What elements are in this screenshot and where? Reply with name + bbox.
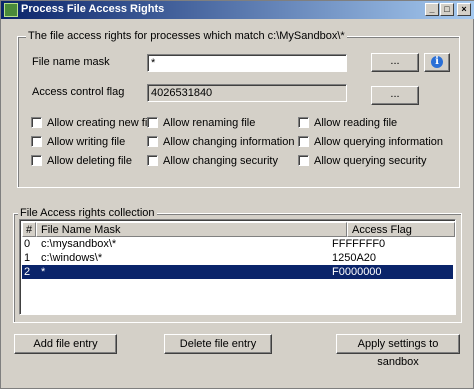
checkbox-box[interactable] xyxy=(298,155,309,166)
row-mask: c:\mysandbox\* xyxy=(41,238,117,250)
list-row-selected[interactable]: 2 * F0000000 xyxy=(22,265,453,279)
row-index: 1 xyxy=(24,252,31,264)
row-flag: 1250A20 xyxy=(332,252,377,264)
checkbox-label: Allow deleting file xyxy=(47,155,132,167)
checkbox-box[interactable] xyxy=(298,117,309,128)
file-name-mask-input[interactable]: * xyxy=(147,54,347,72)
row-mask: c:\windows\* xyxy=(41,252,103,264)
browse-mask-button[interactable]: ... xyxy=(371,53,419,72)
info-button[interactable]: i xyxy=(424,53,450,72)
collection-group-legend: File Access rights collection xyxy=(18,207,157,219)
checkbox-label: Allow writing file xyxy=(47,136,126,148)
checkbox-box[interactable] xyxy=(147,155,158,166)
list-row[interactable]: 1 c:\windows\* 1250A20 xyxy=(22,251,453,265)
list-row[interactable]: 0 c:\mysandbox\* FFFFFFF0 xyxy=(22,237,453,251)
info-icon: i xyxy=(431,56,443,68)
checkbox-label: Allow changing information xyxy=(163,136,295,148)
process-file-access-rights-window: Process File Access Rights _ □ × The fil… xyxy=(0,0,474,389)
delete-file-entry-button[interactable]: Delete file entry xyxy=(164,334,272,354)
row-mask: * xyxy=(41,266,46,278)
checkbox-label: Allow creating new file xyxy=(47,117,156,129)
checkbox-label: Allow renaming file xyxy=(163,117,256,129)
checkbox-box[interactable] xyxy=(31,117,42,128)
checkbox-box[interactable] xyxy=(31,136,42,147)
checkbox-label: Allow querying information xyxy=(314,136,444,148)
row-flag: F0000000 xyxy=(332,266,382,278)
access-flag-input[interactable]: 4026531840 xyxy=(147,84,347,102)
chk-allow-changing-information[interactable]: Allow changing information xyxy=(147,136,294,148)
browse-flag-button[interactable]: ... xyxy=(371,86,419,105)
access-flag-label: Access control flag xyxy=(32,86,125,98)
chk-allow-changing-security[interactable]: Allow changing security xyxy=(147,155,278,167)
checkbox-box[interactable] xyxy=(147,117,158,128)
checkbox-box[interactable] xyxy=(31,155,42,166)
column-header-index[interactable]: # xyxy=(22,222,36,237)
chk-allow-deleting-file[interactable]: Allow deleting file xyxy=(31,155,132,167)
file-name-mask-label: File name mask xyxy=(32,56,110,68)
row-index: 2 xyxy=(24,266,31,278)
row-flag: FFFFFFF0 xyxy=(332,238,386,250)
apply-settings-button[interactable]: Apply settings to sandbox xyxy=(336,334,460,368)
checkbox-label: Allow querying security xyxy=(314,155,427,167)
minimize-button[interactable]: _ xyxy=(425,3,439,16)
chk-allow-renaming-file[interactable]: Allow renaming file xyxy=(147,117,255,129)
add-file-entry-button[interactable]: Add file entry xyxy=(14,334,117,354)
chk-allow-creating-new-file[interactable]: Allow creating new file xyxy=(31,117,156,129)
chk-allow-querying-information[interactable]: Allow querying information xyxy=(298,136,443,148)
checkbox-label: Allow changing security xyxy=(163,155,278,167)
row-index: 0 xyxy=(24,238,31,250)
chk-allow-reading-file[interactable]: Allow reading file xyxy=(298,117,397,129)
file-rights-list[interactable]: # File Name Mask Access Flag 0 c:\mysand… xyxy=(19,219,456,315)
chk-allow-querying-security[interactable]: Allow querying security xyxy=(298,155,427,167)
access-rights-group-legend: The file access rights for processes whi… xyxy=(26,30,347,42)
checkbox-box[interactable] xyxy=(298,136,309,147)
column-header-mask[interactable]: File Name Mask xyxy=(36,222,347,237)
checkbox-label: Allow reading file xyxy=(314,117,398,129)
chk-allow-writing-file[interactable]: Allow writing file xyxy=(31,136,125,148)
column-header-flag[interactable]: Access Flag xyxy=(347,222,455,237)
maximize-button[interactable]: □ xyxy=(440,3,454,16)
app-icon xyxy=(4,3,18,17)
title-bar[interactable]: Process File Access Rights _ □ × xyxy=(1,1,474,19)
close-button[interactable]: × xyxy=(457,3,471,16)
checkbox-box[interactable] xyxy=(147,136,158,147)
window-title: Process File Access Rights xyxy=(21,3,165,15)
